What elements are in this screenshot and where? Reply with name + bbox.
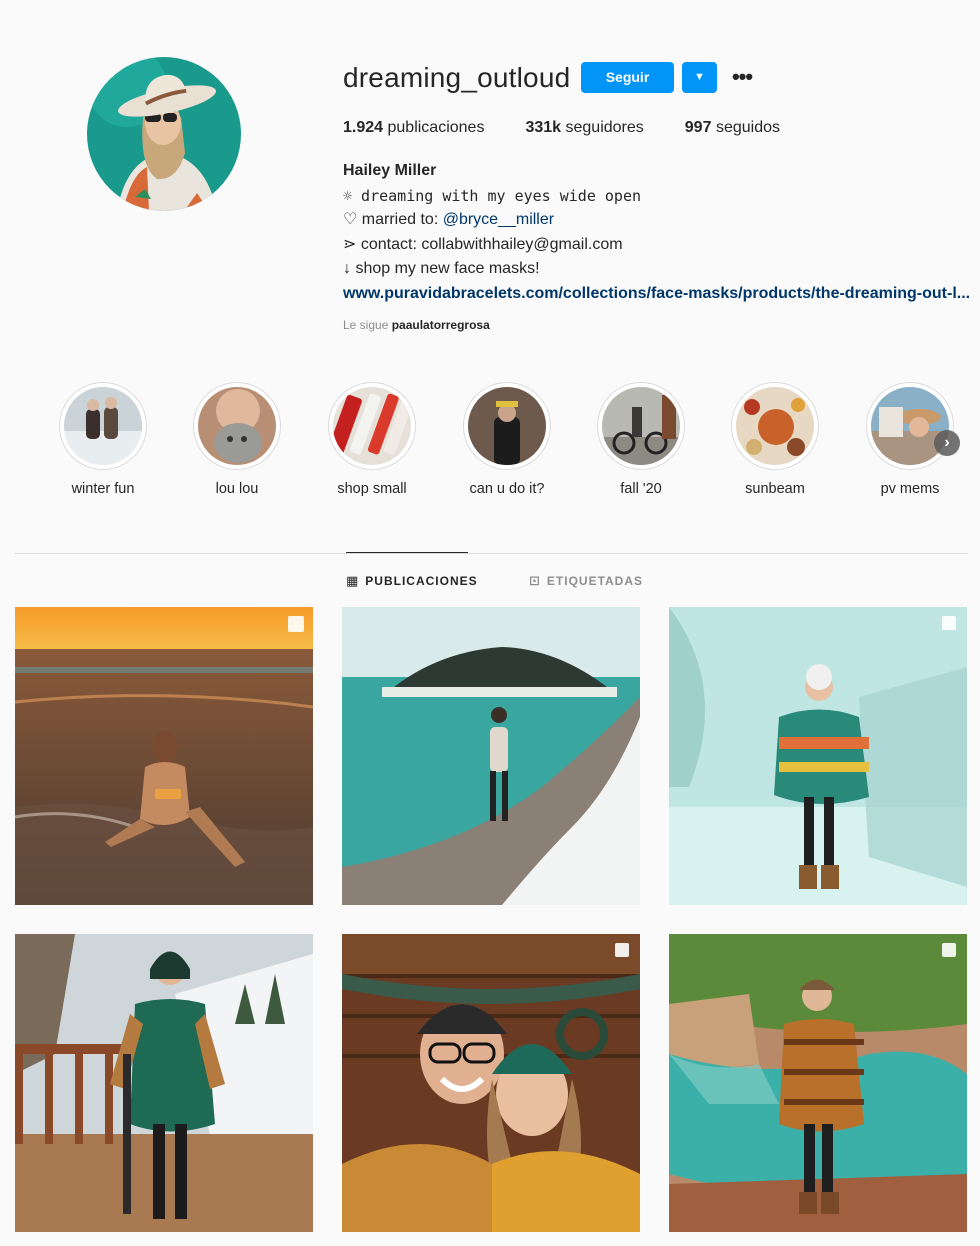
highlight-cover xyxy=(59,382,147,470)
mention-link[interactable]: @bryce__miller xyxy=(443,211,554,228)
highlight-label: pv mems xyxy=(880,481,940,497)
bio-line: ♡ married to: @bryce__miller xyxy=(343,211,555,228)
tagged-icon: ⊡ xyxy=(529,573,541,588)
post-thumbnail[interactable] xyxy=(669,607,967,905)
highlight-item[interactable]: sunbeam xyxy=(715,382,835,497)
post-thumbnail[interactable] xyxy=(669,934,967,1232)
highlight-label: winter fun xyxy=(71,481,135,497)
highlight-item[interactable]: fall '20 xyxy=(581,382,701,497)
chevron-down-icon: ▼ xyxy=(694,71,705,83)
post-thumbnail[interactable] xyxy=(342,934,640,1232)
followed-by-user[interactable]: paaulatorregrosa xyxy=(392,318,490,332)
highlight-label: shop small xyxy=(337,481,407,497)
more-options-icon: ••• xyxy=(731,64,753,89)
highlights-next-button[interactable]: › xyxy=(934,430,960,456)
highlight-cover xyxy=(193,382,281,470)
bio-line: ☼ dreaming with my eyes wide open xyxy=(343,186,642,205)
bio-line: ⋗ contact: collabwithhailey@gmail.com xyxy=(343,235,623,253)
post-thumbnail[interactable] xyxy=(15,607,313,905)
highlight-item[interactable]: shop small xyxy=(312,382,432,497)
profile-stats: 1.924 publicaciones 331k seguidores 997 … xyxy=(343,119,821,137)
highlight-cover xyxy=(866,382,954,470)
story-highlights: winter fun lou lou shop small can u do i… xyxy=(0,382,980,502)
highlight-item[interactable]: winter fun xyxy=(43,382,163,497)
highlight-label: fall '20 xyxy=(620,481,662,497)
active-tab-indicator xyxy=(346,552,468,553)
highlight-cover xyxy=(463,382,551,470)
divider xyxy=(15,553,968,554)
followed-by: Le sigue paaulatorregrosa xyxy=(343,318,490,332)
profile-avatar[interactable] xyxy=(87,57,241,211)
post-thumbnail[interactable] xyxy=(342,607,640,905)
highlight-label: can u do it? xyxy=(469,481,545,497)
highlight-item[interactable]: lou lou xyxy=(177,382,297,497)
highlight-item[interactable]: can u do it? xyxy=(447,382,567,497)
highlight-label: lou lou xyxy=(215,481,259,497)
posts-count: 1.924 publicaciones xyxy=(343,119,485,136)
chevron-right-icon: › xyxy=(944,434,950,451)
highlight-cover xyxy=(731,382,819,470)
follow-button[interactable]: Seguir xyxy=(581,62,674,93)
highlight-cover xyxy=(328,382,416,470)
tab-tagged[interactable]: ⊡ ETIQUETADAS xyxy=(529,573,643,589)
highlight-label: sunbeam xyxy=(745,481,805,497)
followers-count[interactable]: 331k seguidores xyxy=(525,119,643,137)
full-name: Hailey Miller xyxy=(343,162,437,179)
suggested-dropdown-button[interactable]: ▼ xyxy=(682,62,717,93)
profile-username: dreaming_outloud xyxy=(343,62,571,93)
highlight-cover xyxy=(597,382,685,470)
bio-line: ↓ shop my new face masks! xyxy=(343,260,540,277)
profile-bio: Hailey Miller ☼ dreaming with my eyes wi… xyxy=(343,159,973,306)
website-link[interactable]: www.puravidabracelets.com/collections/fa… xyxy=(343,282,973,307)
following-count[interactable]: 997 seguidos xyxy=(685,119,780,137)
grid-icon: ▦ xyxy=(346,573,360,588)
tab-posts[interactable]: ▦ PUBLICACIONES xyxy=(346,573,478,589)
more-options-button[interactable]: ••• xyxy=(728,64,756,90)
post-thumbnail[interactable] xyxy=(15,934,313,1232)
